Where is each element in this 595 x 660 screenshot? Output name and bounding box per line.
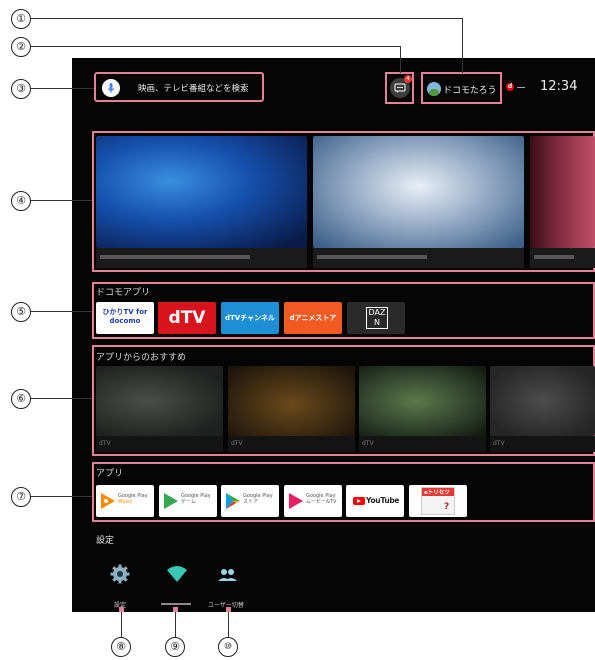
- featured-tile[interactable]: [313, 136, 524, 248]
- play-games-icon: [164, 493, 178, 509]
- callout-4-line: [29, 200, 92, 201]
- card-source-label: dTV: [493, 440, 505, 447]
- recommendations-title: アプリからのおすすめ: [96, 353, 187, 363]
- d-anime-label: dアニメストア: [289, 314, 337, 322]
- notification-badge: 4: [404, 75, 412, 83]
- dtv-channel-app[interactable]: dTVチャンネル: [221, 302, 279, 334]
- recommendation-card[interactable]: [228, 366, 355, 436]
- user-account-button[interactable]: ドコモたろう: [421, 72, 502, 104]
- manual-book-icon: eトリセツ ?: [421, 487, 455, 515]
- dtv-label: dTV: [168, 308, 206, 328]
- hikari-tv-label: ひかりTV for docomo: [102, 308, 148, 325]
- callout-8-line: [121, 609, 122, 637]
- callout-10: ⑩: [218, 637, 238, 657]
- recommendation-card[interactable]: [490, 366, 595, 436]
- callout-5: ⑤: [11, 302, 31, 322]
- search-bar[interactable]: 映画、テレビ番組などを検索: [94, 72, 264, 102]
- docomo-logo-icon: d: [506, 83, 514, 91]
- card-caption: dTV: [96, 436, 223, 452]
- recommendation-card[interactable]: [96, 366, 223, 436]
- settings-gear-button[interactable]: [104, 558, 138, 592]
- play-store-icon: [226, 493, 240, 509]
- callout-9-marker: [173, 607, 178, 612]
- card-caption: dTV: [490, 436, 595, 452]
- dazn-app[interactable]: DAZN: [347, 302, 405, 334]
- app-label: Google Play ゲーム: [181, 493, 211, 505]
- clock: 12:34: [540, 79, 578, 94]
- callout-1-line: [29, 18, 462, 19]
- card-source-label: dTV: [99, 440, 111, 447]
- card-caption: dTV: [228, 436, 355, 452]
- featured-caption: [530, 248, 595, 268]
- callout-8: ⑧: [111, 637, 131, 657]
- youtube-app[interactable]: YouTube: [346, 485, 404, 517]
- avatar: [427, 82, 441, 96]
- callout-9-line: [175, 609, 176, 637]
- google-play-music-app[interactable]: Google Play Music: [96, 485, 154, 517]
- apps-title: アプリ: [96, 469, 124, 479]
- card-source-label: dTV: [231, 440, 243, 447]
- featured-caption: [313, 248, 524, 268]
- callout-1: ①: [11, 9, 31, 29]
- play-movies-icon: [289, 493, 303, 509]
- callout-5-line: [29, 311, 92, 312]
- callout-7-line: [29, 496, 92, 497]
- callout-3-line: [29, 88, 94, 89]
- d-anime-store-app[interactable]: dアニメストア: [284, 302, 342, 334]
- dtv-app[interactable]: dTV: [158, 302, 216, 334]
- notifications-button[interactable]: 4: [385, 72, 414, 104]
- hikari-tv-app[interactable]: ひかりTV for docomo: [96, 302, 154, 334]
- user-switch-button[interactable]: [210, 558, 244, 592]
- callout-7: ⑦: [11, 487, 31, 507]
- user-name: ドコモたろう: [443, 86, 497, 96]
- card-caption: dTV: [359, 436, 486, 452]
- featured-caption: [96, 248, 307, 268]
- youtube-play-icon: [353, 497, 365, 505]
- dtv-channel-label: dTVチャンネル: [225, 314, 275, 322]
- callout-9: ⑨: [165, 637, 185, 657]
- callout-1-line: [462, 18, 463, 73]
- callout-10-marker: [226, 607, 231, 612]
- featured-tile[interactable]: [96, 136, 307, 248]
- callout-2-line: [29, 46, 400, 47]
- docomo-apps-title: ドコモアプリ: [96, 288, 151, 298]
- app-label: Google Play Music: [118, 493, 148, 505]
- youtube-label: YouTube: [366, 496, 400, 505]
- google-play-store-app[interactable]: Google Play ストア: [221, 485, 279, 517]
- network-indicator: [517, 87, 525, 88]
- callout-4: ④: [11, 191, 31, 211]
- network-name-label: [161, 603, 191, 605]
- gear-icon: [110, 564, 130, 584]
- app-label: Google Play ムービー&TV: [306, 493, 337, 505]
- dazn-label: DAZN: [366, 307, 388, 329]
- users-icon: [218, 569, 237, 581]
- featured-tile[interactable]: [530, 136, 595, 248]
- mic-icon: [102, 79, 120, 97]
- card-source-label: dTV: [362, 440, 374, 447]
- callout-3: ③: [11, 79, 31, 99]
- question-mark-glyph: ?: [444, 502, 450, 512]
- torisetsu-label: eトリセツ: [424, 490, 450, 496]
- e-torisetsu-app[interactable]: eトリセツ ?: [409, 485, 467, 517]
- play-music-icon: [101, 493, 115, 509]
- callout-2: ②: [11, 37, 31, 57]
- wifi-icon: [167, 566, 187, 582]
- search-placeholder: 映画、テレビ番組などを検索: [138, 84, 249, 94]
- network-button[interactable]: [160, 558, 194, 592]
- callout-6: ⑥: [11, 389, 31, 409]
- google-play-movies-app[interactable]: Google Play ムービー&TV: [284, 485, 342, 517]
- app-label: Google Play ストア: [243, 493, 273, 505]
- callout-2-line: [400, 46, 401, 73]
- settings-title: 設定: [96, 536, 115, 546]
- callout-8-marker: [119, 607, 124, 612]
- google-play-games-app[interactable]: Google Play ゲーム: [159, 485, 217, 517]
- callout-10-line: [228, 609, 229, 637]
- recommendation-card[interactable]: [359, 366, 486, 436]
- callout-6-line: [29, 398, 92, 399]
